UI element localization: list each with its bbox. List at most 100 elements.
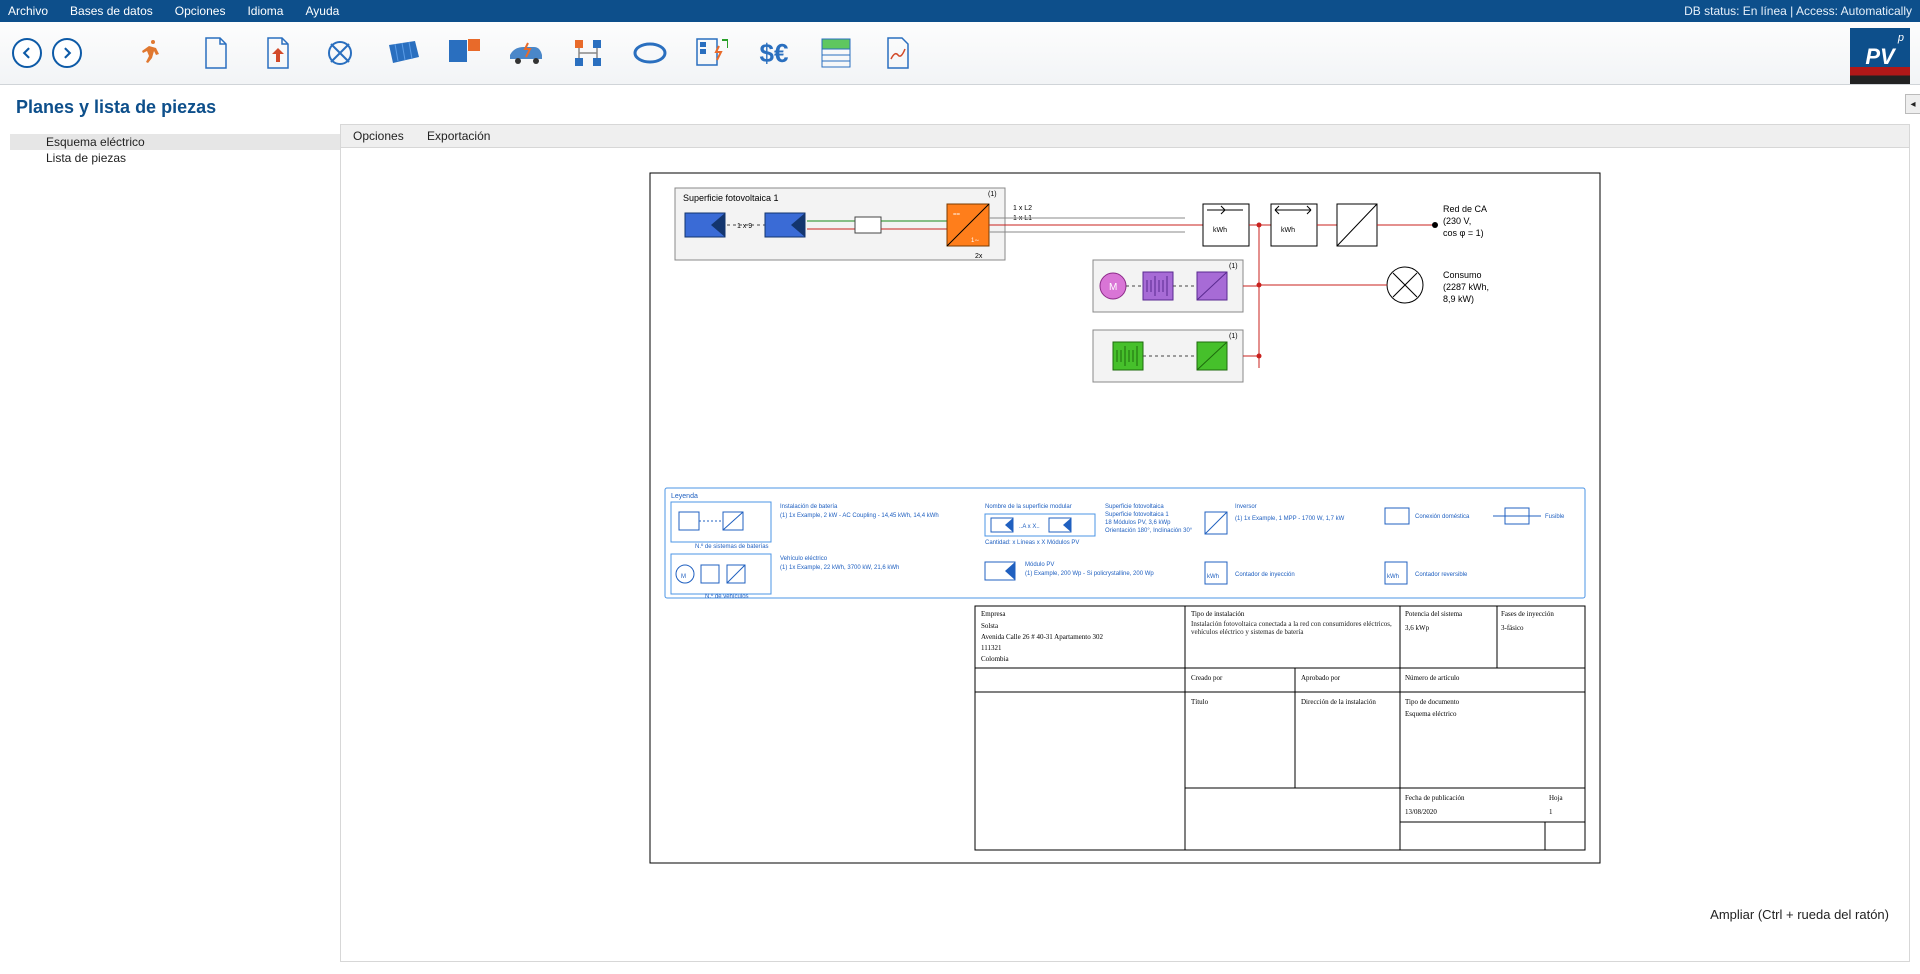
svg-text:Leyenda: Leyenda bbox=[671, 493, 698, 500]
svg-text:N.º de sistemas de baterías: N.º de sistemas de baterías bbox=[695, 543, 769, 550]
svg-text:Cantidad: x Líneas x X Módulo: Cantidad: x Líneas x X Módulos PV bbox=[985, 540, 1079, 546]
svg-text:kWh: kWh bbox=[1281, 227, 1295, 234]
page-title: Planes y lista de piezas bbox=[0, 85, 1920, 124]
svg-text:Superficie fotovoltaica: Superficie fotovoltaica bbox=[1105, 504, 1164, 510]
menu-bases-datos[interactable]: Bases de datos bbox=[70, 4, 153, 18]
svg-text:Fecha de publicación: Fecha de publicación bbox=[1405, 794, 1465, 802]
svg-text:111321: 111321 bbox=[981, 644, 1002, 652]
svg-text:..A x X..: ..A x X.. bbox=[1019, 524, 1040, 530]
svg-text:3,6 kWp: 3,6 kWp bbox=[1405, 624, 1430, 632]
svg-text:M: M bbox=[681, 574, 686, 580]
svg-text:(230 V,: (230 V, bbox=[1443, 216, 1471, 226]
svg-text:Fases de inyección: Fases de inyección bbox=[1501, 610, 1554, 618]
svg-text:Inversor: Inversor bbox=[1235, 504, 1257, 510]
pv-panel-icon[interactable] bbox=[380, 31, 424, 75]
electrical-diagram: Superficie fotovoltaica 1 (1) 1 x 9 == 1… bbox=[645, 168, 1605, 868]
svg-text:Colombia: Colombia bbox=[981, 655, 1010, 663]
plans-icon[interactable] bbox=[690, 31, 734, 75]
svg-text:Orientación 180°, Inclinación: Orientación 180°, Inclinación 30° bbox=[1105, 528, 1193, 534]
app-logo: pPV bbox=[1850, 28, 1910, 84]
svg-text:Fusible: Fusible bbox=[1545, 514, 1565, 520]
svg-text:Contador de inyección: Contador de inyección bbox=[1235, 572, 1295, 578]
block-index-1: (1) bbox=[988, 191, 997, 198]
menu-ayuda[interactable]: Ayuda bbox=[305, 4, 339, 18]
svg-text:Solsta: Solsta bbox=[981, 622, 999, 630]
svg-text:Consumo: Consumo bbox=[1443, 270, 1482, 280]
svg-text:Avenida Calle 26 # 40-31 Apart: Avenida Calle 26 # 40-31 Apartamento 302 bbox=[981, 633, 1103, 641]
surface-title: Superficie fotovoltaica 1 bbox=[683, 193, 779, 203]
injection-meter: kWh bbox=[1203, 204, 1249, 246]
svg-text:kWh: kWh bbox=[1387, 574, 1399, 580]
svg-text:Conexión doméstica: Conexión doméstica bbox=[1415, 514, 1470, 520]
svg-text:Aprobado por: Aprobado por bbox=[1301, 674, 1341, 682]
title-block: Empresa Solsta Avenida Calle 26 # 40-31 … bbox=[975, 606, 1585, 850]
subtool-opciones[interactable]: Opciones bbox=[353, 129, 404, 143]
svg-text:Vehículo eléctrico: Vehículo eléctrico bbox=[780, 556, 828, 562]
shading-icon[interactable] bbox=[318, 31, 362, 75]
svg-text:Nombre de la superficie modula: Nombre de la superficie modular bbox=[985, 504, 1072, 510]
reversible-meter: kWh bbox=[1271, 204, 1317, 246]
menu-idioma[interactable]: Idioma bbox=[247, 4, 283, 18]
zoom-hint: Ampliar (Ctrl + rueda del ratón) bbox=[1710, 907, 1889, 922]
menu-archivo[interactable]: Archivo bbox=[8, 4, 48, 18]
svg-text:Contador reversible: Contador reversible bbox=[1415, 572, 1468, 578]
nav-forward-button[interactable] bbox=[52, 38, 82, 68]
content-panel: Opciones Exportación Superficie fotovolt… bbox=[340, 124, 1910, 962]
tree-esquema-electrico[interactable]: Esquema eléctrico bbox=[10, 134, 340, 150]
finance-icon[interactable]: $€ bbox=[752, 31, 796, 75]
svg-text:kWh: kWh bbox=[1213, 227, 1227, 234]
cable-loop-icon[interactable] bbox=[628, 31, 672, 75]
subtool-exportacion[interactable]: Exportación bbox=[427, 129, 490, 143]
svg-text:Tipo de documento: Tipo de documento bbox=[1405, 698, 1460, 706]
svg-text:Tipo de instalación: Tipo de instalación bbox=[1191, 610, 1245, 618]
svg-text:(1): (1) bbox=[1229, 333, 1238, 340]
svg-text:Título: Título bbox=[1191, 698, 1209, 706]
load-doc-icon[interactable] bbox=[256, 31, 300, 75]
svg-text:Superficie fotovoltaica 1: Superficie fotovoltaica 1 bbox=[1105, 512, 1169, 518]
svg-text:13/08/2020: 13/08/2020 bbox=[1405, 808, 1437, 816]
menu-opciones[interactable]: Opciones bbox=[175, 4, 226, 18]
svg-text:Potencia del sistema: Potencia del sistema bbox=[1405, 610, 1463, 618]
runner-icon[interactable] bbox=[132, 31, 176, 75]
svg-text:Número de artículo: Número de artículo bbox=[1405, 674, 1460, 682]
nav-back-button[interactable] bbox=[12, 38, 42, 68]
new-doc-icon[interactable] bbox=[194, 31, 238, 75]
svg-text:(1) 1x Example, 2 kW - AC Coup: (1) 1x Example, 2 kW - AC Coupling - 14,… bbox=[780, 513, 939, 519]
results-icon[interactable] bbox=[814, 31, 858, 75]
svg-text:M: M bbox=[1109, 282, 1117, 293]
svg-text:Módulo PV: Módulo PV bbox=[1025, 562, 1054, 568]
db-status: DB status: En línea | Access: Automatica… bbox=[1684, 4, 1912, 18]
side-tree: Esquema eléctrico Lista de piezas bbox=[10, 124, 340, 962]
svg-text:(1): (1) bbox=[1229, 263, 1238, 270]
svg-text:kWh: kWh bbox=[1207, 574, 1219, 580]
load-symbol bbox=[1387, 267, 1423, 303]
svg-text:N.º de vehículos: N.º de vehículos bbox=[705, 593, 749, 600]
main-area: Esquema eléctrico Lista de piezas Opcion… bbox=[0, 124, 1920, 970]
svg-text:(1) 1x Example, 1 MPP - 1700 W: (1) 1x Example, 1 MPP - 1700 W, 1,7 kW bbox=[1235, 516, 1345, 522]
svg-text:Red de CA: Red de CA bbox=[1443, 204, 1487, 214]
sub-toolbar: Opciones Exportación bbox=[341, 125, 1909, 148]
svg-text:Dirección de la instalación: Dirección de la instalación bbox=[1301, 698, 1376, 706]
svg-text:1 x 9: 1 x 9 bbox=[737, 223, 752, 230]
svg-text:(2287 kWh,: (2287 kWh, bbox=[1443, 282, 1489, 292]
svg-text:1: 1 bbox=[1549, 808, 1553, 816]
main-toolbar: $€ pPV bbox=[0, 22, 1920, 85]
report-icon[interactable] bbox=[876, 31, 920, 75]
inverter-icon[interactable] bbox=[442, 31, 486, 75]
collapse-right-pane-button[interactable]: ◂ bbox=[1905, 94, 1920, 114]
tree-lista-piezas[interactable]: Lista de piezas bbox=[10, 150, 340, 166]
svg-text:8,9 kW): 8,9 kW) bbox=[1443, 294, 1474, 304]
svg-text:==: == bbox=[953, 212, 961, 218]
svg-text:Empresa: Empresa bbox=[981, 610, 1006, 618]
svg-text:1∼: 1∼ bbox=[971, 238, 979, 244]
svg-text:Instalación de batería: Instalación de batería bbox=[780, 504, 838, 510]
ev-icon[interactable] bbox=[504, 31, 548, 75]
svg-text:(1) 1x Example, 22 kWh, 3700 k: (1) 1x Example, 22 kWh, 3700 kW, 21,6 kW… bbox=[780, 565, 899, 571]
svg-text:cos φ = 1): cos φ = 1) bbox=[1443, 228, 1484, 238]
diagram-canvas[interactable]: Superficie fotovoltaica 1 (1) 1 x 9 == 1… bbox=[341, 148, 1909, 928]
svg-text:Creado por: Creado por bbox=[1191, 674, 1223, 682]
svg-text:2x: 2x bbox=[975, 253, 983, 260]
svg-text:1 x L2: 1 x L2 bbox=[1013, 205, 1032, 212]
svg-text:Esquema eléctrico: Esquema eléctrico bbox=[1405, 710, 1457, 718]
cabling-icon[interactable] bbox=[566, 31, 610, 75]
